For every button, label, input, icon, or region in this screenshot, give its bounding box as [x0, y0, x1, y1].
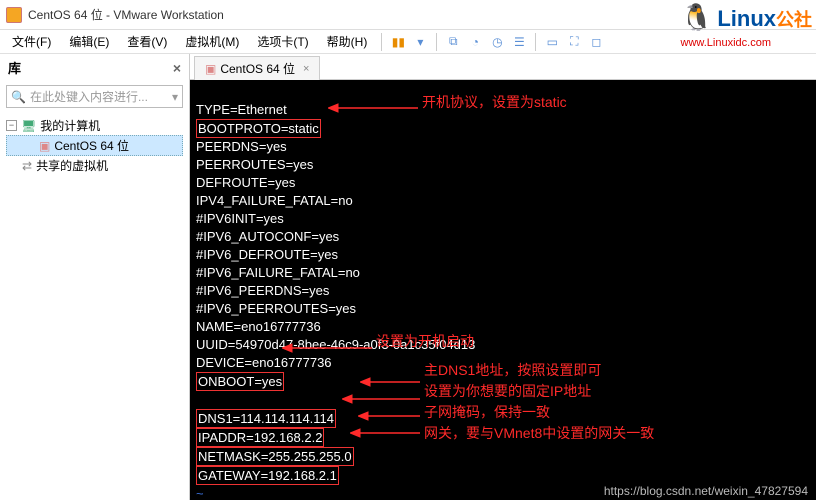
menu-edit[interactable]: 编辑(E)	[61, 31, 117, 52]
term-line: #IPV6_PEERDNS=yes	[196, 283, 329, 298]
vm-tab[interactable]: ▣ CentOS 64 位 ×	[194, 56, 320, 80]
term-line: NAME=eno16777736	[196, 319, 321, 334]
computer-icon: 🖥	[21, 119, 36, 133]
vm-icon: ▣	[205, 62, 216, 76]
manage-icon[interactable]: ☰	[509, 32, 529, 52]
arrow-icon	[282, 342, 372, 354]
tree-label: 共享的虚拟机	[36, 157, 108, 174]
annotation: 网关，要与VMnet8中设置的网关一致	[424, 425, 654, 442]
term-line: #IPV6_PEERROUTES=yes	[196, 301, 356, 316]
term-line: DEVICE=eno16777736	[196, 355, 332, 370]
app-icon	[6, 7, 22, 23]
terminal-view[interactable]: TYPE=Ethernet BOOTPROTO=static PEERDNS=y…	[190, 80, 816, 500]
send-keys-icon[interactable]: ⧉	[443, 32, 463, 52]
close-icon[interactable]: ×	[303, 63, 309, 75]
shared-icon: ⇄	[22, 159, 32, 173]
annotation: 开机协议，设置为static	[422, 94, 567, 111]
sidebar-title: 库	[8, 58, 21, 77]
term-tilde: ~	[196, 486, 204, 500]
term-line: #IPV6_FAILURE_FATAL=no	[196, 265, 360, 280]
fullscreen-icon[interactable]: ⛶	[564, 32, 584, 52]
term-line-boxed: ONBOOT=yes	[196, 372, 284, 391]
separator	[381, 33, 382, 51]
term-line-boxed: DNS1=114.114.114.114	[196, 409, 336, 428]
term-line-boxed: IPADDR=192.168.2.2	[196, 428, 324, 447]
arrow-icon	[358, 410, 420, 422]
term-line: IPV4_FAILURE_FATAL=no	[196, 193, 353, 208]
pause-icon[interactable]: ▮▮	[388, 32, 408, 52]
watermark: 🐧 Linux公社 www.Linuxidc.com	[681, 2, 813, 51]
term-line: #IPV6_AUTOCONF=yes	[196, 229, 339, 244]
tree-root[interactable]: − 🖥 我的计算机	[6, 116, 183, 135]
content-area: ▣ CentOS 64 位 × TYPE=Ethernet BOOTPROTO=…	[190, 54, 816, 500]
annotation: 子网掩码，保持一致	[424, 404, 550, 421]
window-title: CentOS 64 位 - VMware Workstation	[28, 6, 224, 23]
chevron-down-icon[interactable]: ▾	[172, 90, 178, 104]
tree-label: CentOS 64 位	[54, 137, 129, 154]
menu-view[interactable]: 查看(V)	[119, 31, 175, 52]
arrow-icon	[328, 102, 418, 114]
close-icon[interactable]: ×	[173, 60, 181, 76]
library-tree: − 🖥 我的计算机 ▣ CentOS 64 位 ⇄ 共享的虚拟机	[0, 112, 189, 179]
term-line-boxed: GATEWAY=192.168.2.1	[196, 466, 339, 485]
search-placeholder: 在此处键入内容进行...	[30, 88, 148, 105]
term-line: PEERDNS=yes	[196, 139, 287, 154]
menu-help[interactable]: 帮助(H)	[319, 31, 376, 52]
arrow-icon	[360, 376, 420, 388]
sidebar-header: 库 ×	[0, 54, 189, 81]
term-line: DEFROUTE=yes	[196, 175, 295, 190]
wm-brand: Linux	[717, 6, 776, 31]
collapse-icon[interactable]: −	[6, 120, 17, 131]
annotation: 设置为开机启动	[376, 333, 474, 350]
search-icon: 🔍	[11, 90, 26, 104]
separator	[436, 33, 437, 51]
term-line: #IPV6_DEFROUTE=yes	[196, 247, 338, 262]
tree-vm-item[interactable]: ▣ CentOS 64 位	[6, 135, 183, 156]
snapshot-icon[interactable]: ◔	[465, 32, 485, 52]
tree-shared[interactable]: ⇄ 共享的虚拟机	[6, 156, 183, 175]
tab-label: CentOS 64 位	[220, 60, 295, 77]
term-line: PEERROUTES=yes	[196, 157, 313, 172]
term-line: TYPE=Ethernet	[196, 102, 287, 117]
unity-icon[interactable]: ◻	[586, 32, 606, 52]
wm-url: www.Linuxidc.com	[681, 37, 771, 49]
footer-url: https://blog.csdn.net/weixin_47827594	[604, 484, 808, 498]
menu-vm[interactable]: 虚拟机(M)	[177, 31, 247, 52]
arrow-icon	[350, 427, 420, 439]
fit-icon[interactable]: ▭	[542, 32, 562, 52]
main-area: 库 × 🔍 在此处键入内容进行... ▾ − 🖥 我的计算机 ▣ CentOS …	[0, 54, 816, 500]
tab-bar: ▣ CentOS 64 位 ×	[190, 54, 816, 80]
menu-tabs[interactable]: 选项卡(T)	[249, 31, 316, 52]
dropdown-icon[interactable]: ▾	[410, 32, 430, 52]
search-input[interactable]: 🔍 在此处键入内容进行... ▾	[6, 85, 183, 108]
menu-file[interactable]: 文件(F)	[4, 31, 59, 52]
annotation: 设置为你想要的固定IP地址	[424, 383, 591, 400]
wm-brand2: 公社	[776, 10, 812, 30]
term-line-boxed: NETMASK=255.255.255.0	[196, 447, 354, 466]
arrow-icon	[342, 393, 420, 405]
annotation: 主DNS1地址，按照设置即可	[424, 362, 601, 379]
library-sidebar: 库 × 🔍 在此处键入内容进行... ▾ − 🖥 我的计算机 ▣ CentOS …	[0, 54, 190, 500]
revert-icon[interactable]: ◷	[487, 32, 507, 52]
term-line-boxed: BOOTPROTO=static	[196, 119, 321, 138]
separator	[535, 33, 536, 51]
tree-label: 我的计算机	[40, 117, 100, 134]
vm-icon: ▣	[39, 139, 50, 153]
term-line: #IPV6INIT=yes	[196, 211, 284, 226]
